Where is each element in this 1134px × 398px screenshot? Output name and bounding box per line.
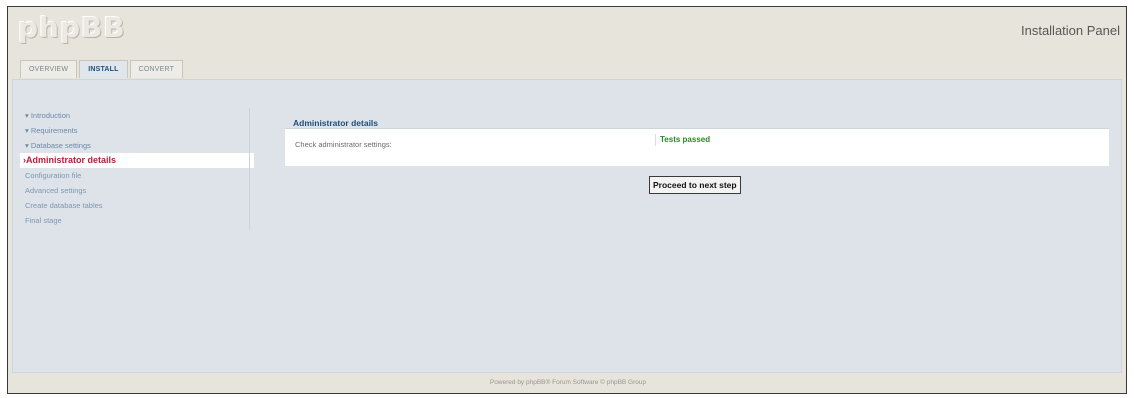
step-final-stage: Final stage [25,216,62,225]
footer-credit: Powered by phpBB® Forum Software © phpBB… [489,379,647,386]
tab-install[interactable]: INSTALL [79,60,128,78]
installer-window: phpBB Installation Panel OVERVIEW INSTAL… [7,6,1127,394]
install-steps-menu: ▾ Introduction ▾ Requirements ▾ Database… [20,108,254,228]
step-database-settings[interactable]: ▾ Database settings [20,138,254,153]
step-administrator-details[interactable]: ›Administrator details [20,153,254,168]
proceed-button[interactable]: Proceed to next step [649,176,741,194]
check-label: Check administrator settings: [295,140,392,149]
check-result: Tests passed [655,134,710,146]
phpbb-logo: phpBB [18,11,126,44]
tab-bar: OVERVIEW INSTALL CONVERT [20,60,185,78]
step-create-database-tables: Create database tables [25,201,103,210]
step-requirements[interactable]: ▾ Requirements [20,123,254,138]
sidebar-divider [249,108,250,230]
panel-title: Installation Panel [1020,23,1120,38]
step-configuration-file: Configuration file [25,171,82,180]
step-advanced-settings: Advanced settings [25,186,87,195]
section-title: Administrator details [293,118,379,128]
tab-overview[interactable]: OVERVIEW [20,60,78,78]
tab-convert[interactable]: CONVERT [129,60,184,78]
content-panel: ▾ Introduction ▾ Requirements ▾ Database… [12,79,1122,373]
check-row: Check administrator settings: Tests pass… [285,128,1109,166]
step-introduction[interactable]: ▾ Introduction [20,108,254,123]
